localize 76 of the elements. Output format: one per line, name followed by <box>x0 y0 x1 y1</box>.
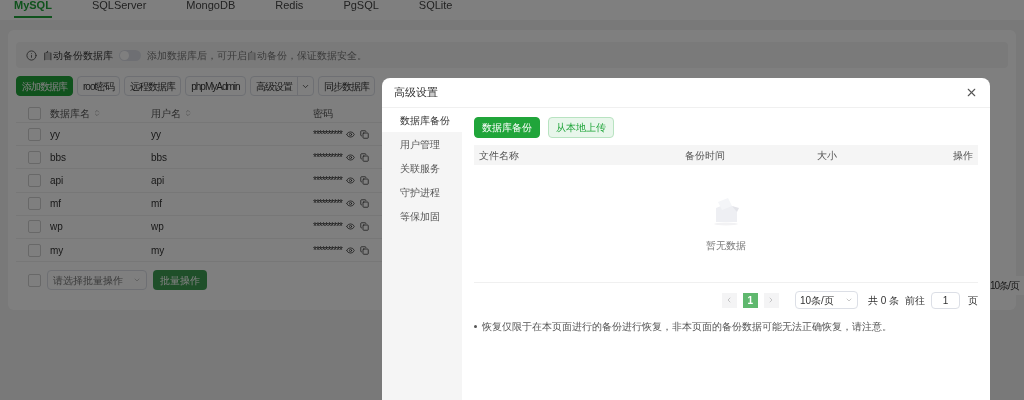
bullet-icon <box>474 325 477 328</box>
table-cell-text: mf <box>50 197 63 212</box>
caret-icon[interactable] <box>844 296 853 304</box>
table-cell-text: wp <box>50 220 64 235</box>
password-cell-text: ********** <box>313 173 342 188</box>
copy-icon[interactable] <box>359 152 369 162</box>
table-cell-text: bbs <box>50 150 68 165</box>
close-icon[interactable] <box>965 86 978 99</box>
advanced-settings-button[interactable]: 高级设置 <box>249 76 314 96</box>
db-tab[interactable]: PgSQL <box>343 0 379 18</box>
total-count: 共 0 条 <box>867 293 899 308</box>
eye-icon[interactable] <box>345 245 355 255</box>
table-cell-text: api <box>50 173 65 188</box>
password-cell-text: ********** <box>313 127 342 142</box>
toolbar-button[interactable]: phpMyAdmin <box>185 76 246 96</box>
eye-icon[interactable] <box>345 129 355 139</box>
empty-text: 暂无数据 <box>706 239 746 253</box>
eye-icon[interactable] <box>345 199 355 209</box>
table-cell-text: my <box>151 243 166 258</box>
copy-icon[interactable] <box>359 222 369 232</box>
table-cell-text: api <box>151 173 166 188</box>
copy-icon[interactable] <box>359 129 369 139</box>
toolbar-button[interactable]: 远程数据库 <box>124 76 182 96</box>
password-cell-text: ********** <box>313 150 342 165</box>
table-cell-text: bbs <box>151 150 169 165</box>
db-tab[interactable]: MongoDB <box>186 0 236 18</box>
page-size-select[interactable]: 10条/页 <box>794 291 858 309</box>
page-size-select[interactable]: 10条/页 <box>990 276 1024 295</box>
sort-icon[interactable] <box>184 109 192 117</box>
dialog-title: 高级设置 <box>394 85 438 101</box>
sidebar-item[interactable]: 守护进程 <box>382 180 462 204</box>
table-cell-text: my <box>50 243 65 258</box>
goto-page-field[interactable]: 1 <box>931 291 960 309</box>
column-header: 操作 <box>953 148 973 163</box>
eye-icon[interactable] <box>345 222 355 232</box>
password-cell-text: ********** <box>313 197 342 212</box>
action-button[interactable]: 从本地上传 <box>548 117 614 138</box>
toolbar-button[interactable]: root密码 <box>77 76 121 96</box>
sidebar-item[interactable]: 等保加固 <box>382 204 462 228</box>
db-tab[interactable]: Redis <box>275 0 304 18</box>
column-header: 数据库名 <box>50 106 90 121</box>
toolbar-button[interactable]: 同步数据库 <box>317 76 375 96</box>
prev-page-button[interactable] <box>721 292 737 308</box>
page-button[interactable]: 1 <box>742 292 758 308</box>
column-header: 备份时间 <box>685 148 726 163</box>
toolbar-button[interactable]: 添加数据库 <box>16 76 73 96</box>
table-cell-text: yy <box>151 127 162 142</box>
table-cell-text: wp <box>151 220 165 235</box>
eye-icon[interactable] <box>345 175 355 185</box>
copy-icon[interactable] <box>359 199 369 209</box>
db-tab[interactable]: SQLite <box>418 0 453 18</box>
next-page-button[interactable] <box>763 292 779 308</box>
column-header: 密码 <box>313 106 333 121</box>
copy-icon[interactable] <box>359 175 369 185</box>
eye-icon[interactable] <box>345 152 355 162</box>
sidebar-item[interactable]: 关联服务 <box>382 156 462 180</box>
goto-label: 前往 <box>905 293 925 308</box>
password-cell-text: ********** <box>313 243 342 258</box>
copy-icon[interactable] <box>359 245 369 255</box>
table-cell-text: yy <box>50 127 61 142</box>
sidebar-item[interactable]: 数据库备份 <box>382 108 462 132</box>
column-header: 文件名称 <box>479 148 520 163</box>
table-cell-text: mf <box>151 197 164 212</box>
auto-backup-label: 自动备份数据库 <box>43 48 113 63</box>
column-header: 大小 <box>817 148 838 163</box>
db-tab[interactable]: MySQL <box>14 0 52 18</box>
password-cell-text: ********** <box>313 220 342 235</box>
sidebar-item[interactable]: 用户管理 <box>382 132 462 156</box>
sort-icon[interactable] <box>93 109 101 117</box>
note-text: 恢复仅限于在本页面进行的备份进行恢复，非本页面的备份数据可能无法正确恢复，请注意。 <box>482 320 892 334</box>
page-unit: 页 <box>968 293 978 308</box>
column-header: 用户名 <box>151 106 181 121</box>
action-button[interactable]: 数据库备份 <box>474 117 540 138</box>
batch-button[interactable]: 批量操作 <box>153 270 207 291</box>
info-icon <box>26 49 37 61</box>
db-tab[interactable]: SQLServer <box>91 0 147 18</box>
